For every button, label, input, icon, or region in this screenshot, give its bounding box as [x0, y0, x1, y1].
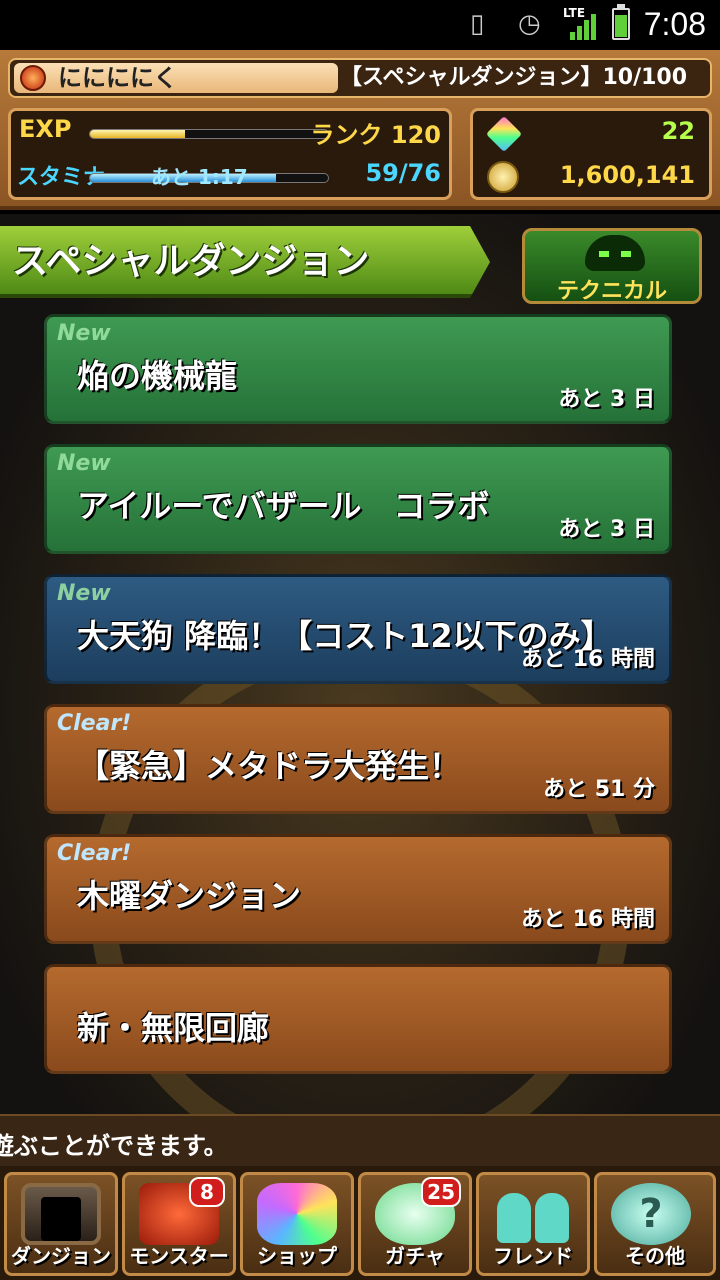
technical-button-label: テクニカル — [556, 279, 667, 304]
notification-badge: 25 — [421, 1177, 461, 1207]
magic-stone-icon — [257, 1183, 337, 1245]
bottom-nav: ダンジョン 8 モンスター ショップ 25 ガチャ フレンド ? その他 — [0, 1166, 720, 1280]
question-mark-icon: ? — [611, 1183, 691, 1245]
dungeon-item[interactable]: New 焔の機械龍 あと 3 日 — [44, 314, 672, 424]
dungeon-status: 【スペシャルダンジョン】10/100 — [340, 65, 688, 90]
exp-bar — [89, 129, 329, 139]
nav-gacha[interactable]: 25 ガチャ — [358, 1172, 472, 1276]
new-tag: New — [57, 451, 111, 476]
clock: 7:08 — [643, 6, 706, 42]
nav-label: ショップ — [257, 1244, 337, 1268]
ticker-text: 遊ぶことができます。 — [0, 1132, 228, 1160]
dungeon-title: 【緊急】メタドラ大発生！ — [77, 747, 462, 785]
nav-label: モンスター — [129, 1244, 229, 1268]
dungeon-item[interactable]: Clear! 【緊急】メタドラ大発生！ あと 51 分 — [44, 704, 672, 814]
clear-tag: Clear! — [57, 841, 132, 866]
stamina-value: 59/76 — [365, 159, 441, 187]
player-name-bar: ににににく 【スペシャルダンジョン】10/100 — [8, 58, 712, 98]
dungeon-item[interactable]: 新・無限回廊 — [44, 964, 672, 1074]
nav-friend[interactable]: フレンド — [476, 1172, 590, 1276]
news-ticker: 遊ぶことができます。 — [0, 1114, 720, 1166]
exp-label: EXP — [19, 115, 72, 143]
coin-icon — [487, 161, 519, 193]
player-name: ににににく — [58, 64, 178, 92]
signal-icon — [570, 12, 600, 40]
dungeon-item[interactable]: Clear! 木曜ダンジョン あと 16 時間 — [44, 834, 672, 944]
player-avatar-icon — [20, 65, 46, 91]
player-hud: ににににく 【スペシャルダンジョン】10/100 EXP ランク 120 スタミ… — [0, 50, 720, 210]
dungeon-item[interactable]: New 大天狗 降臨！【コスト12以下のみ】 あと 16 時間 — [44, 574, 672, 684]
nav-other[interactable]: ? その他 — [594, 1172, 716, 1276]
notification-badge: 8 — [189, 1177, 225, 1207]
dungeon-remaining: あと 16 時間 — [521, 907, 655, 932]
dungeon-title: 新・無限回廊 — [77, 1009, 270, 1047]
dungeon-title: アイルーでバザール コラボ — [77, 487, 490, 525]
nav-dungeon[interactable]: ダンジョン — [4, 1172, 118, 1276]
nav-label: その他 — [625, 1244, 685, 1268]
dungeon-remaining: あと 16 時間 — [521, 647, 655, 672]
nav-label: ガチャ — [385, 1244, 445, 1268]
coin-count: 1,600,141 — [559, 161, 695, 189]
dungeon-title: 焔の機械龍 — [77, 357, 238, 395]
technical-button[interactable]: テクニカル — [522, 228, 702, 304]
battery-icon — [612, 4, 630, 40]
dungeon-remaining: あと 51 分 — [543, 777, 655, 802]
magic-stone-count: 22 — [661, 117, 695, 145]
alarm-icon: ◷ — [518, 9, 541, 39]
currency-panel: 22 1,600,141 — [470, 108, 712, 200]
dungeon-remaining: あと 3 日 — [558, 387, 655, 412]
nav-label: フレンド — [493, 1244, 573, 1268]
player-name-box[interactable]: ににににく — [14, 63, 338, 93]
dungeon-item[interactable]: New アイルーでバザール コラボ あと 3 日 — [44, 444, 672, 554]
dragon-face-icon — [585, 235, 645, 271]
dungeon-remaining: あと 3 日 — [558, 517, 655, 542]
magic-stone-icon — [485, 115, 523, 153]
nav-shop[interactable]: ショップ — [240, 1172, 354, 1276]
exp-stamina-panel: EXP ランク 120 スタミナ あと 1:17 59/76 — [8, 108, 452, 200]
vibrate-icon: ▯ — [470, 9, 485, 39]
system-status-bar: ▯ ◷ LTE 7:08 — [0, 0, 720, 50]
new-tag: New — [57, 321, 111, 346]
clear-tag: Clear! — [57, 711, 132, 736]
stamina-timer: あと 1:17 — [151, 165, 248, 189]
rank-value: ランク 120 — [310, 121, 441, 149]
new-tag: New — [57, 581, 111, 606]
dungeon-title: 木曜ダンジョン — [77, 877, 302, 915]
section-title: スペシャルダンジョン — [12, 241, 370, 282]
friends-icon — [493, 1183, 573, 1245]
dungeon-gate-icon — [21, 1183, 101, 1245]
nav-monster[interactable]: 8 モンスター — [122, 1172, 236, 1276]
nav-label: ダンジョン — [11, 1244, 111, 1268]
